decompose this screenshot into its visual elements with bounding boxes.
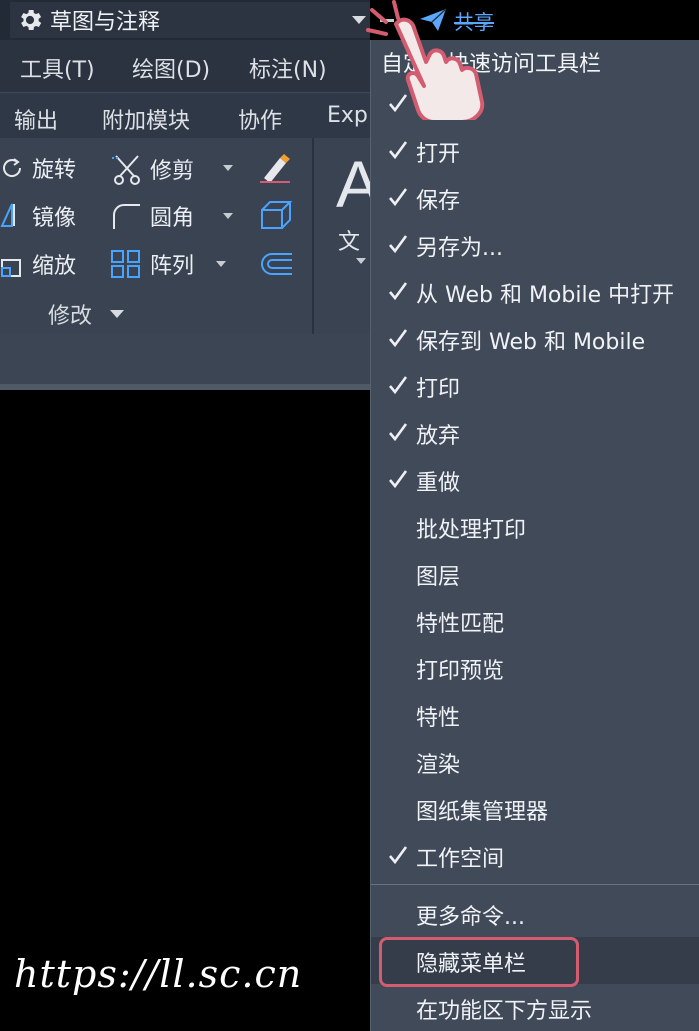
mirror-icon (0, 203, 15, 227)
menu-item-label: 保存到 Web 和 Mobile (416, 330, 646, 355)
menu-item-label: 从 Web 和 Mobile 中打开 (416, 283, 675, 308)
menu-item[interactable]: 保存 (371, 174, 699, 221)
menu-tools[interactable]: 工具(T) (20, 52, 95, 84)
checkmark-icon (389, 235, 408, 254)
menu-item-label: 放弃 (416, 424, 461, 449)
tab-addins[interactable]: 附加模块 (102, 103, 190, 135)
modify-panel-dropdown-icon[interactable] (110, 310, 124, 318)
text-tool-label[interactable]: 文 (338, 224, 360, 256)
drawing-canvas[interactable] (0, 390, 370, 1031)
array-label: 阵列 (150, 254, 195, 279)
ribbon-footer (0, 334, 370, 384)
fillet-dropdown-icon[interactable] (223, 213, 233, 219)
scale-icon (1, 259, 21, 277)
menu-item-label: 特性 (416, 706, 461, 731)
panel-divider (312, 138, 314, 334)
trim-button[interactable]: 修剪 (110, 152, 194, 186)
modify-panel-label[interactable]: 修改 (48, 298, 92, 330)
menu-item[interactable]: 保存到 Web 和 Mobile (371, 315, 699, 362)
trim-label: 修剪 (150, 159, 195, 184)
menu-item-more-commands[interactable]: 更多命令... (371, 890, 699, 937)
menu-item-show-below-ribbon[interactable]: 在功能区下方显示 (371, 984, 699, 1031)
menu-item[interactable]: 渲染 (371, 738, 699, 785)
tab-output[interactable]: 输出 (14, 103, 58, 135)
menu-item[interactable]: 打开 (371, 127, 699, 174)
menu-draw[interactable]: 绘图(D) (132, 52, 210, 84)
menu-item-label: 打开 (416, 142, 461, 167)
checkmark-icon (389, 141, 408, 160)
ribbon-tabs: 输出 附加模块 协作 Exp (0, 92, 370, 139)
rotate-label: 旋转 (32, 158, 77, 183)
menu-item-label: 工作空间 (416, 847, 505, 872)
menu-item-label: 打印 (416, 377, 461, 402)
tab-collaborate[interactable]: 协作 (238, 103, 282, 135)
menu-item-label: 批处理打印 (416, 518, 527, 543)
checkmark-icon (389, 423, 408, 442)
checkmark-icon (389, 470, 408, 489)
menu-item-label: 图层 (416, 565, 461, 590)
workspace-label: 草图与注释 (50, 10, 161, 35)
quick-access-customize-menu: 自定义快速访问工具栏 新建打开保存另存为...从 Web 和 Mobile 中打… (370, 40, 699, 1031)
checkmark-icon (389, 846, 408, 865)
menu-item-label: 重做 (416, 471, 461, 496)
highlight-frame (379, 937, 579, 987)
menu-item[interactable]: 特性 (371, 691, 699, 738)
pointing-hand-icon (366, 0, 485, 120)
menu-item[interactable]: 另存为... (371, 221, 699, 268)
array-icon (111, 250, 140, 278)
mirror-button[interactable]: 镜像 (0, 200, 76, 232)
menu-item[interactable]: 打印预览 (371, 644, 699, 691)
scale-button[interactable]: 缩放 (0, 248, 76, 280)
erase-icon[interactable] (256, 150, 294, 186)
menu-bar: 工具(T) 绘图(D) 标注(N) (0, 40, 370, 92)
workspace-selector[interactable]: 草图与注释 (10, 2, 370, 38)
array-button[interactable]: 阵列 (110, 248, 194, 280)
menu-item[interactable]: 放弃 (371, 409, 699, 456)
3d-box-icon[interactable] (258, 198, 294, 232)
rotate-button[interactable]: 旋转 (0, 152, 76, 184)
menu-dimension[interactable]: 标注(N) (249, 52, 327, 84)
menu-item-label: 在功能区下方显示 (416, 999, 593, 1024)
checkmark-icon (389, 329, 408, 348)
checkmark-icon (389, 188, 408, 207)
fillet-label: 圆角 (150, 206, 195, 231)
mirror-label: 镜像 (32, 206, 77, 231)
text-dropdown-icon[interactable] (356, 258, 366, 264)
fillet-button[interactable]: 圆角 (110, 200, 194, 232)
menu-item[interactable]: 工作空间 (371, 832, 699, 879)
menu-item[interactable]: 图层 (371, 550, 699, 597)
gear-icon (21, 9, 42, 31)
menu-item-label: 更多命令... (416, 905, 525, 930)
watermark-text: https://ll.sc.cn (14, 952, 303, 996)
checkmark-icon (389, 282, 408, 301)
menu-item-label: 打印预览 (416, 659, 505, 684)
menu-separator (371, 884, 699, 885)
menu-item-label: 图纸集管理器 (416, 800, 549, 825)
scale-label: 缩放 (32, 254, 77, 279)
ribbon-panel: 旋转 修剪 镜像 圆角 缩放 阵列 修改 A 文 (0, 138, 380, 334)
menu-item[interactable]: 重做 (371, 456, 699, 503)
array-dropdown-icon[interactable] (216, 261, 226, 267)
menu-item[interactable]: 图纸集管理器 (371, 785, 699, 832)
menu-item-label: 保存 (416, 189, 461, 214)
title-bar: 草图与注释 (0, 0, 370, 40)
menu-item-label: 特性匹配 (416, 612, 505, 637)
fillet-icon (113, 204, 140, 229)
checkmark-icon (389, 376, 408, 395)
menu-item-label: 另存为... (416, 236, 503, 261)
rotate-icon (3, 158, 22, 177)
trim-dropdown-icon[interactable] (223, 165, 233, 171)
menu-item[interactable]: 从 Web 和 Mobile 中打开 (371, 268, 699, 315)
menu-item-label: 渲染 (416, 753, 461, 778)
menu-item[interactable]: 打印 (371, 362, 699, 409)
offset-icon[interactable] (258, 250, 294, 278)
scissors-icon (112, 155, 140, 185)
menu-item[interactable]: 批处理打印 (371, 503, 699, 550)
menu-item[interactable]: 特性匹配 (371, 597, 699, 644)
